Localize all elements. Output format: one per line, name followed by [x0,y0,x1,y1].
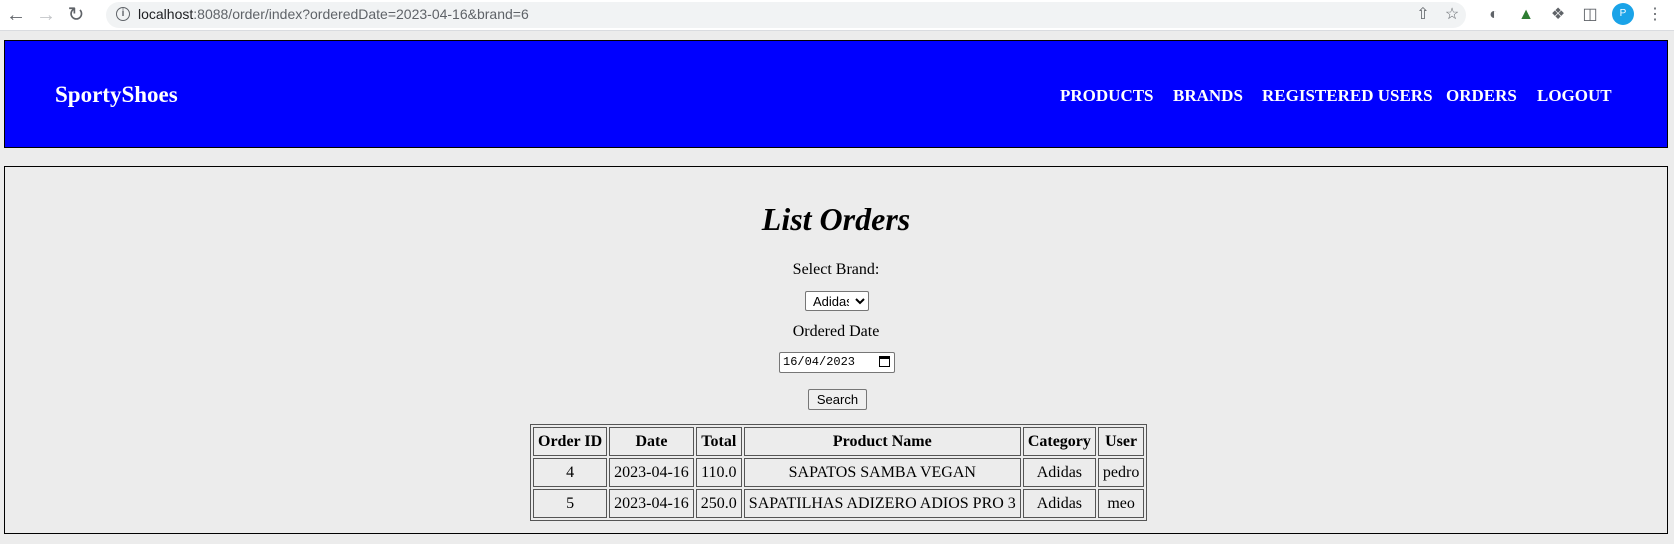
nav-link-orders[interactable]: ORDERS [1446,86,1517,106]
cell-user: pedro [1097,458,1145,487]
extensions-puzzle-icon[interactable]: ❖ [1546,3,1570,27]
menu-dots-icon[interactable]: ⋮ [1643,3,1667,27]
cell-order-id: 5 [533,489,608,518]
column-header-product-name: Product Name [743,427,1021,456]
column-header-order-id: Order ID [533,427,608,456]
cell-total: 250.0 [695,489,742,518]
ordered-date-input[interactable]: 16/04/2023 [779,352,895,373]
site-header: SportyShoes PRODUCTS BRANDS REGISTERED U… [4,40,1668,148]
nav-link-logout[interactable]: LOGOUT [1537,86,1612,106]
profile-avatar[interactable]: P [1612,3,1634,25]
cell-date: 2023-04-16 [609,458,694,487]
page-title: List Orders [761,201,911,237]
extension-tree-icon[interactable]: ▲ [1514,3,1538,27]
table-row: 4 2023-04-16 110.0 SAPATOS SAMBA VEGAN A… [533,458,1145,487]
cell-total: 110.0 [695,458,742,487]
bookmark-star-icon[interactable]: ☆ [1441,4,1463,26]
nav-link-registered-users[interactable]: REGISTERED USERS [1262,86,1433,106]
nav-link-brands[interactable]: BRANDS [1173,86,1243,106]
column-header-total: Total [695,427,742,456]
extension-circle-icon[interactable]: ◐ [1482,3,1506,27]
site-info-icon[interactable]: i [116,7,130,21]
orders-panel: List Orders Select Brand: Adidas Ordered… [4,166,1668,534]
ordered-date-value: 16/04/2023 [783,355,856,369]
cell-category: Adidas [1022,458,1096,487]
cell-order-id: 4 [533,458,608,487]
column-header-category: Category [1022,427,1096,456]
share-icon[interactable]: ⇧ [1412,4,1434,26]
table-row: 5 2023-04-16 250.0 SAPATILHAS ADIZERO AD… [533,489,1145,518]
brand-label: Select Brand: [792,261,880,278]
cell-date: 2023-04-16 [609,489,694,518]
search-button[interactable]: Search [808,389,867,410]
column-header-user: User [1097,427,1145,456]
brand-select[interactable]: Adidas [805,291,869,311]
calendar-icon[interactable] [879,356,890,367]
browser-toolbar: ← → ↻ i localhost:8088/order/index?order… [0,0,1674,31]
nav-link-products[interactable]: PRODUCTS [1060,86,1154,106]
url-path: :8088/order/index?orderedDate=2023-04-16… [193,6,529,22]
site-logo[interactable]: SportyShoes [55,82,178,108]
reload-icon[interactable]: ↻ [64,3,88,27]
cell-product-name: SAPATOS SAMBA VEGAN [743,458,1021,487]
side-panel-icon[interactable]: ◫ [1578,3,1602,27]
forward-arrow-icon[interactable]: → [34,3,58,27]
cell-category: Adidas [1022,489,1096,518]
back-arrow-icon[interactable]: ← [4,3,28,27]
cell-product-name: SAPATILHAS ADIZERO ADIOS PRO 3 [743,489,1021,518]
url-host: localhost [138,6,194,22]
cell-user: meo [1097,489,1145,518]
url-text[interactable]: localhost:8088/order/index?orderedDate=2… [138,6,529,22]
table-header-row: Order ID Date Total Product Name Categor… [533,427,1145,456]
orders-table: Order ID Date Total Product Name Categor… [530,424,1148,521]
column-header-date: Date [609,427,694,456]
ordered-date-label: Ordered Date [792,323,880,340]
address-bar[interactable]: i localhost:8088/order/index?orderedDate… [106,2,1466,28]
